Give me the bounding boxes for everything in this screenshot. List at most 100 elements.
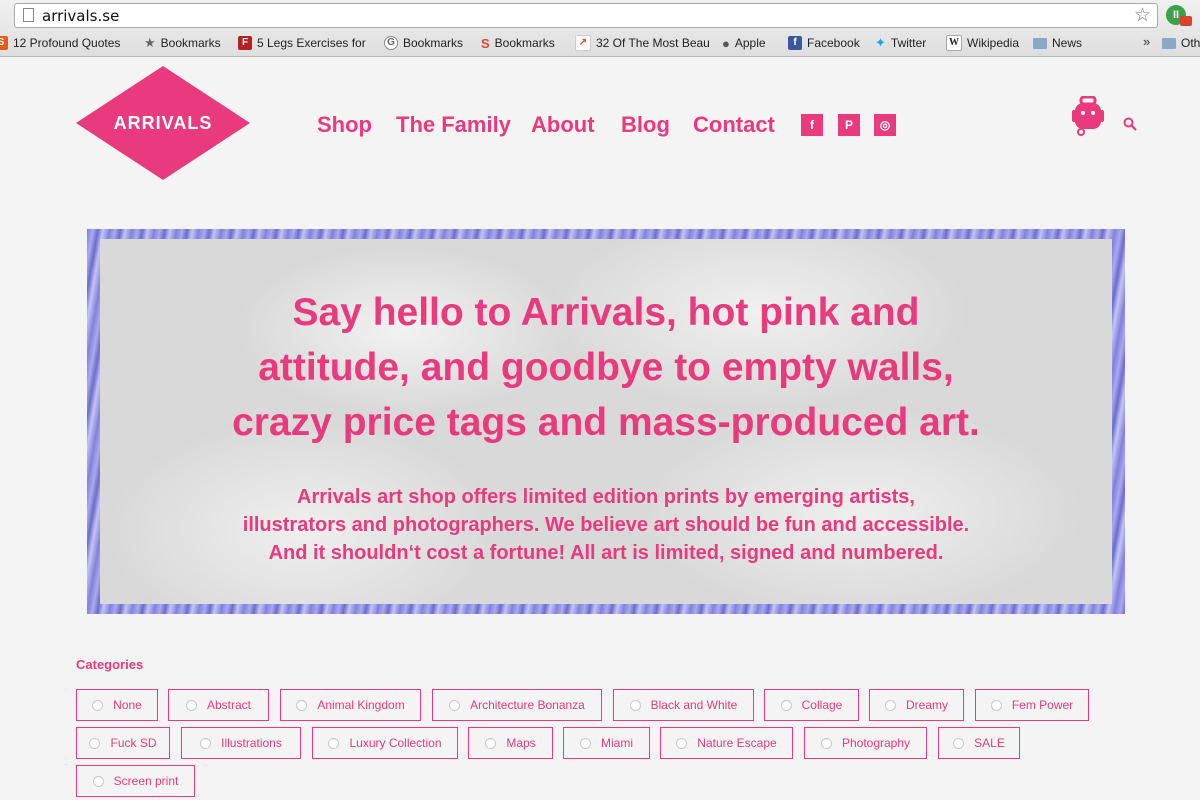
bookmark-item[interactable]: ★ Bookmarks [144,34,221,52]
url-text[interactable]: arrivals.se [42,7,119,25]
bookmark-label: Oth [1181,36,1200,50]
radio-icon [449,699,461,711]
category-filter-nature-escape[interactable]: Nature Escape [660,727,793,759]
radio-icon [884,699,896,711]
radio-icon [485,737,497,749]
address-bar[interactable]: arrivals.se ☆ [14,3,1158,28]
folder-icon [1033,37,1047,49]
category-label: Illustrations [221,736,282,750]
instagram-icon[interactable]: ◎ [874,114,896,136]
hero-description-line: And it shouldn‘t cost a fortune! All art… [268,542,944,564]
bookmark-item[interactable]: F 5 Legs Exercises for [238,34,366,52]
bookmarks-overflow-button[interactable]: » [1143,34,1150,49]
bookmark-label: Wikipedia [967,36,1020,50]
category-label: Nature Escape [697,736,777,750]
category-label: Photography [841,736,911,750]
bookmark-label: News [1052,36,1083,50]
radio-icon [580,737,591,749]
g-icon: G [384,36,398,50]
search-icon[interactable] [1123,117,1137,131]
category-label: SALE [974,736,1005,750]
category-filter-dreamy[interactable]: Dreamy [869,689,964,721]
bookmark-item[interactable]: f Facebook [788,34,860,52]
bookmark-item[interactable]: S 12 Profound Quotes [0,34,120,52]
bookmark-item[interactable]: ↗ 32 Of The Most Beau [575,34,710,52]
folder-icon [1162,37,1176,49]
category-filter-black-and-white[interactable]: Black and White [613,689,754,721]
bookmark-label: Facebook [807,36,860,50]
bookmark-label: 32 Of The Most Beau [596,36,710,50]
category-label: Miami [601,736,633,750]
bookmark-item[interactable]: S Bookmarks [481,34,555,52]
bookmark-item[interactable]: G Bookmarks [384,34,463,52]
category-filter-architecture-bonanza[interactable]: Architecture Bonanza [432,689,602,721]
hero-description-line: Arrivals art shop offers limited edition… [297,486,915,508]
category-filter-sale[interactable]: SALE [938,727,1020,759]
category-label: Screen print [113,774,179,788]
hero-cloud-background: Say hello to Arrivals, hot pink and atti… [100,239,1112,604]
category-filter-collage[interactable]: Collage [764,689,859,721]
backpack-cart-icon[interactable] [1072,96,1104,136]
bookmark-label: Bookmarks [160,36,221,50]
bookmark-label: Bookmarks [403,36,464,50]
facebook-icon[interactable]: f [801,114,823,136]
logo-text: ARRIVALS [113,113,213,133]
bookmark-item[interactable]: ✦ Twitter [875,34,926,52]
bookmark-label: Bookmarks [494,36,555,50]
radio-icon [676,737,688,749]
categories-title: Categories [76,657,144,672]
hero-description-line: illustrators and photographers. We belie… [242,514,970,536]
hero-headline-line: crazy price tags and mass-produced art. [232,401,980,444]
category-filter-fuck-sd[interactable]: Fuck SD [76,727,170,759]
radio-icon [820,737,832,749]
category-filter-photography[interactable]: Photography [804,727,927,759]
category-filter-animal-kingdom[interactable]: Animal Kingdom [280,689,421,721]
browser-chrome: ‹ arrivals.se ☆ II S 12 Profound Quotes … [0,0,1200,57]
nav-blog[interactable]: Blog [621,112,670,138]
radio-icon [185,699,197,711]
bookmark-item[interactable]: ● Apple [722,34,766,52]
nav-the-family[interactable]: The Family [396,112,511,138]
swirl-icon: S [481,35,490,51]
category-label: Black and White [650,698,738,712]
hero-banner: Say hello to Arrivals, hot pink and atti… [87,229,1125,614]
bookmark-star-icon[interactable]: ☆ [1134,4,1151,27]
site-logo[interactable]: ARRIVALS [76,66,250,180]
category-label: Maps [506,736,536,750]
category-filter-miami[interactable]: Miami [563,727,650,759]
radio-icon [92,775,104,787]
radio-icon [89,737,101,749]
nav-about[interactable]: About [531,112,595,138]
radio-icon [328,737,340,749]
bookmark-item[interactable]: News [1033,34,1082,52]
back-arrow-icon[interactable]: ‹ [0,6,1,22]
category-filter-screen-print[interactable]: Screen print [76,765,195,797]
category-label: Abstract [206,698,251,712]
category-filter-fem-power[interactable]: Fem Power [975,689,1089,721]
nav-shop[interactable]: Shop [317,112,372,138]
category-filter-maps[interactable]: Maps [468,727,553,759]
category-label: Dreamy [905,698,948,712]
star-icon: ★ [144,35,156,50]
s-icon: S [0,36,8,50]
radio-icon [780,699,792,711]
bookmark-label: Twitter [890,36,927,50]
bookmark-label: Apple [734,36,766,50]
nav-contact[interactable]: Contact [693,112,775,138]
category-filter-illustrations[interactable]: Illustrations [181,727,301,759]
bookmark-item[interactable]: Oth [1162,34,1200,52]
radio-icon [629,699,641,711]
radio-icon [92,699,104,711]
hero-headline: Say hello to Arrivals, hot pink and atti… [100,285,1112,450]
radio-icon [953,737,965,749]
category-filter-abstract[interactable]: Abstract [168,689,269,721]
category-label: Fuck SD [110,736,157,750]
radio-icon [990,699,1002,711]
category-filter-luxury-collection[interactable]: Luxury Collection [312,727,458,759]
category-filter-none[interactable]: None [76,689,158,721]
pinterest-icon[interactable]: P [838,114,860,136]
facebook-icon: f [788,36,802,50]
bookmark-item[interactable]: W Wikipedia [946,34,1019,52]
trend-icon: ↗ [575,35,591,51]
hero-description: Arrivals art shop offers limited edition… [100,483,1112,567]
